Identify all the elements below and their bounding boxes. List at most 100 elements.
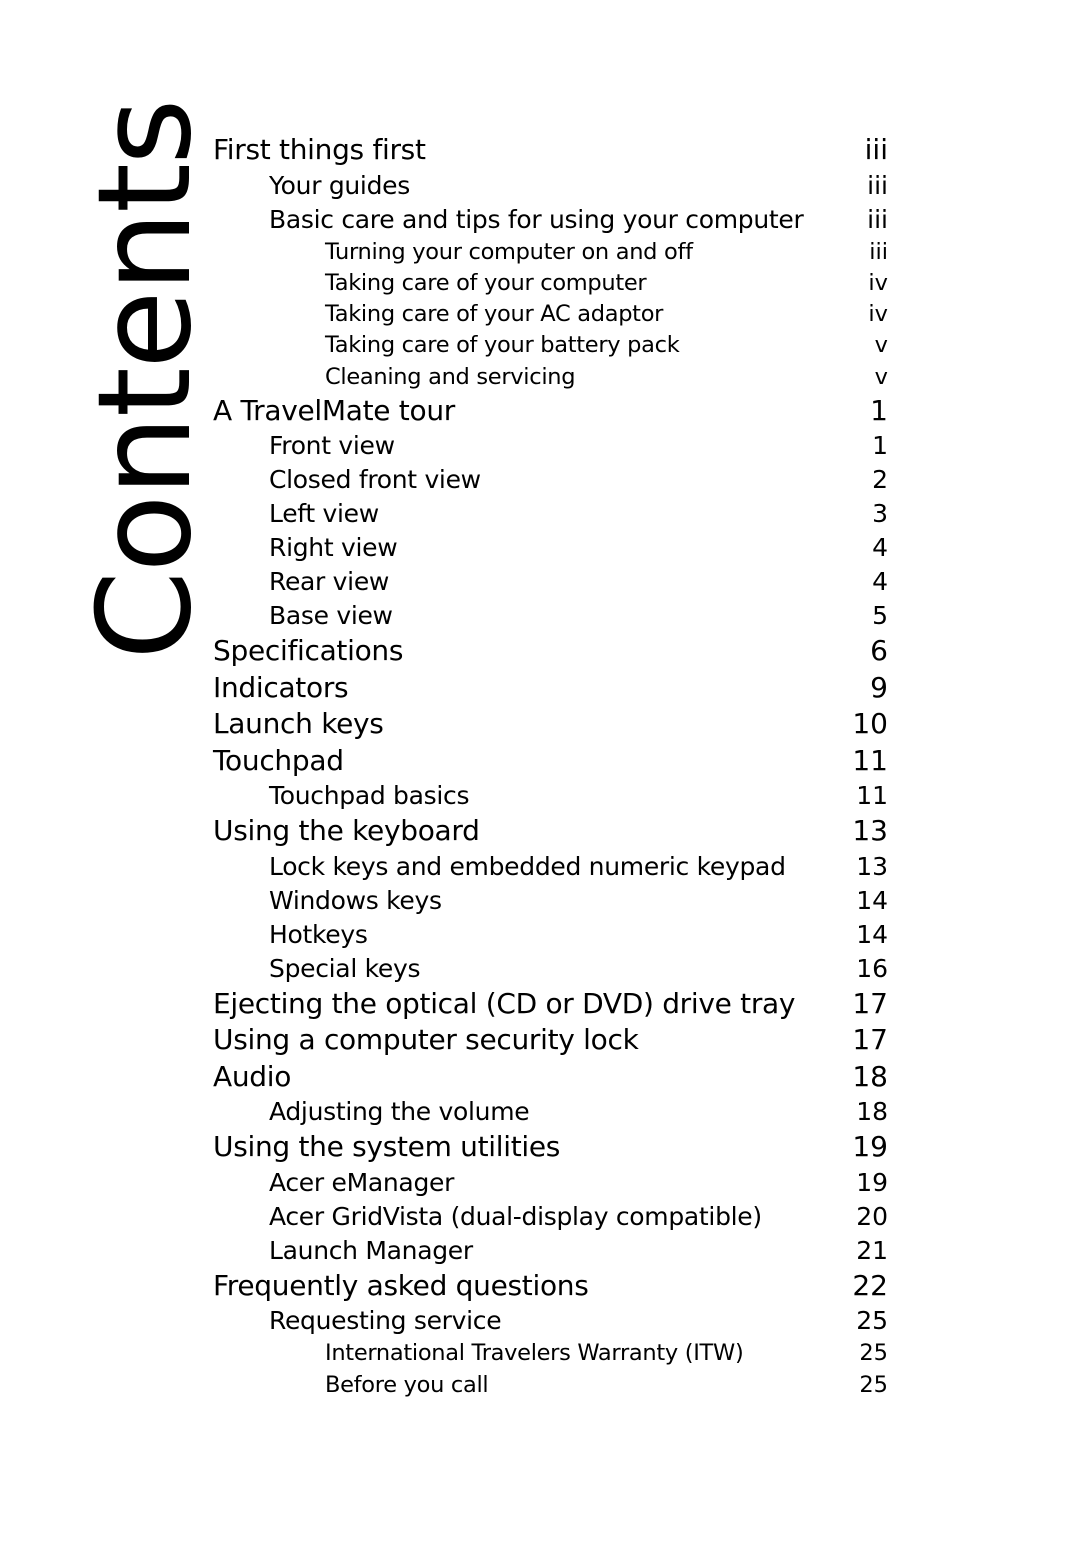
toc-entry-page-number: 22	[852, 1268, 888, 1302]
toc-entry-level-2[interactable]: Basic care and tips for using your compu…	[213, 203, 888, 237]
toc-entry-label: Specifications	[213, 634, 404, 668]
toc-entry-level-2[interactable]: Special keys 16	[213, 952, 888, 986]
toc-entry-level-2[interactable]: Acer GridVista (dual-display compatible)…	[213, 1200, 888, 1234]
toc-entry-label: Basic care and tips for using your compu…	[269, 204, 804, 234]
toc-entry-level-3[interactable]: Before you call 25	[213, 1370, 888, 1401]
toc-entry-page-number: 13	[856, 851, 888, 881]
toc-entry-page-number: iii	[869, 238, 888, 265]
toc-entry-label: Launch keys	[213, 707, 384, 741]
toc-entry-level-2[interactable]: Windows keys 14	[213, 884, 888, 918]
toc-entry-label: Frequently asked questions	[213, 1268, 589, 1302]
toc-entry-label: Ejecting the optical (CD or DVD) drive t…	[213, 986, 796, 1020]
toc-entry-label: A TravelMate tour	[213, 393, 455, 427]
toc-entry-label: Indicators	[213, 670, 349, 704]
toc-entry-level-2[interactable]: Right view 4	[213, 531, 888, 565]
toc-entry-page-number: v	[874, 363, 888, 390]
toc-entry-page-number: 2	[872, 465, 888, 495]
toc-entry-page-number: 4	[872, 533, 888, 563]
toc-entry-level-1[interactable]: Using the keyboard 13	[213, 813, 888, 850]
toc-entry-level-1[interactable]: Indicators 9	[213, 670, 888, 707]
table-of-contents: First things first iii Your guides iii Basic…	[213, 132, 888, 1401]
toc-entry-level-1[interactable]: A TravelMate tour 1	[213, 393, 888, 430]
toc-entry-level-1[interactable]: Using a computer security lock 17	[213, 1022, 888, 1059]
toc-entry-level-1[interactable]: Specifications 6	[213, 633, 888, 670]
toc-entry-level-1[interactable]: Ejecting the optical (CD or DVD) drive t…	[213, 986, 888, 1023]
toc-entry-level-2[interactable]: Closed front view 2	[213, 463, 888, 497]
toc-entry-label: First things first	[213, 133, 426, 166]
toc-entry-label: Closed front view	[269, 465, 481, 495]
toc-entry-page-number: 9	[870, 670, 888, 704]
toc-entry-level-2[interactable]: Launch Manager 21	[213, 1234, 888, 1268]
toc-entry-level-3[interactable]: Cleaning and servicing v	[213, 362, 888, 393]
toc-entry-page-number: iii	[864, 133, 888, 166]
toc-entry-label: Adjusting the volume	[269, 1097, 530, 1127]
toc-entry-label: Turning your computer on and off	[325, 238, 693, 265]
toc-entry-level-2[interactable]: Left view 3	[213, 497, 888, 531]
toc-entry-page-number: 11	[856, 781, 888, 811]
toc-entry-page-number: 21	[856, 1235, 888, 1265]
toc-entry-page-number: 10	[852, 707, 888, 741]
toc-entry-label: Touchpad	[213, 743, 344, 777]
toc-entry-label: Acer GridVista (dual-display compatible)	[269, 1201, 762, 1231]
toc-entry-page-number: 25	[856, 1306, 888, 1336]
toc-entry-level-2[interactable]: Adjusting the volume 18	[213, 1095, 888, 1129]
toc-entry-level-1[interactable]: Using the system utilities 19	[213, 1129, 888, 1166]
toc-entry-label: Front view	[269, 431, 395, 461]
toc-entry-page-number: 3	[872, 499, 888, 529]
toc-entry-level-2[interactable]: Touchpad basics 11	[213, 779, 888, 813]
toc-entry-level-2[interactable]: Requesting service 25	[213, 1304, 888, 1338]
toc-entry-label: Before you call	[325, 1371, 489, 1398]
toc-entry-label: Acer eManager	[269, 1167, 455, 1197]
toc-entry-level-3[interactable]: Taking care of your computer iv	[213, 268, 888, 299]
toc-entry-page-number: 14	[856, 919, 888, 949]
toc-entry-label: Using the keyboard	[213, 814, 480, 848]
toc-entry-level-3[interactable]: Turning your computer on and off iii	[213, 237, 888, 268]
toc-entry-level-3[interactable]: Taking care of your AC adaptor iv	[213, 299, 888, 330]
toc-entry-level-2[interactable]: Rear view 4	[213, 565, 888, 599]
toc-entry-page-number: 25	[859, 1371, 888, 1398]
toc-entry-label: International Travelers Warranty (ITW)	[325, 1340, 744, 1367]
toc-entry-page-number: 14	[856, 885, 888, 915]
toc-entry-level-3[interactable]: International Travelers Warranty (ITW) 25	[213, 1338, 888, 1369]
toc-entry-level-1[interactable]: Audio 18	[213, 1059, 888, 1096]
toc-entry-level-2[interactable]: Front view 1	[213, 429, 888, 463]
toc-entry-level-1[interactable]: Launch keys 10	[213, 706, 888, 743]
toc-entry-label: Lock keys and embedded numeric keypad	[269, 851, 786, 881]
toc-entry-page-number: iii	[867, 204, 888, 234]
toc-entry-level-1[interactable]: Touchpad 11	[213, 743, 888, 780]
toc-entry-page-number: 16	[856, 953, 888, 983]
toc-entry-level-2[interactable]: Your guides iii	[213, 169, 888, 203]
toc-entry-label: Cleaning and servicing	[325, 363, 576, 390]
toc-entry-page-number: 17	[852, 1023, 888, 1057]
toc-entry-label: Requesting service	[269, 1306, 502, 1336]
toc-entry-page-number: 20	[856, 1201, 888, 1231]
toc-entry-label: Audio	[213, 1059, 292, 1093]
toc-entry-level-1[interactable]: Frequently asked questions 22	[213, 1268, 888, 1305]
toc-entry-label: Taking care of your computer	[325, 269, 647, 296]
toc-entry-page-number: 19	[852, 1130, 888, 1164]
toc-entry-page-number: iii	[867, 170, 888, 200]
toc-entry-level-2[interactable]: Base view 5	[213, 599, 888, 633]
toc-entry-label: Hotkeys	[269, 919, 368, 949]
toc-entry-page-number: v	[874, 332, 888, 359]
toc-entry-page-number: 5	[872, 601, 888, 631]
page-title: Contents	[71, 100, 220, 660]
toc-entry-page-number: 4	[872, 567, 888, 597]
toc-entry-label: Touchpad basics	[269, 781, 470, 811]
toc-entry-level-2[interactable]: Hotkeys 14	[213, 918, 888, 952]
toc-entry-level-2[interactable]: Acer eManager 19	[213, 1166, 888, 1200]
toc-entry-page-number: 18	[856, 1097, 888, 1127]
toc-entry-level-2[interactable]: Lock keys and embedded numeric keypad 13	[213, 850, 888, 884]
toc-entry-label: Taking care of your battery pack	[325, 332, 680, 359]
toc-entry-page-number: 11	[852, 743, 888, 777]
toc-entry-level-1[interactable]: First things first iii	[213, 132, 888, 169]
toc-entry-label: Base view	[269, 601, 393, 631]
toc-entry-level-3[interactable]: Taking care of your battery pack v	[213, 330, 888, 361]
toc-entry-label: Using a computer security lock	[213, 1023, 639, 1057]
toc-entry-label: Special keys	[269, 953, 421, 983]
toc-entry-label: Windows keys	[269, 885, 442, 915]
toc-entry-page-number: 19	[856, 1167, 888, 1197]
toc-entry-page-number: 18	[852, 1059, 888, 1093]
toc-entry-page-number: 1	[870, 393, 888, 427]
toc-entry-page-number: iv	[868, 269, 888, 296]
